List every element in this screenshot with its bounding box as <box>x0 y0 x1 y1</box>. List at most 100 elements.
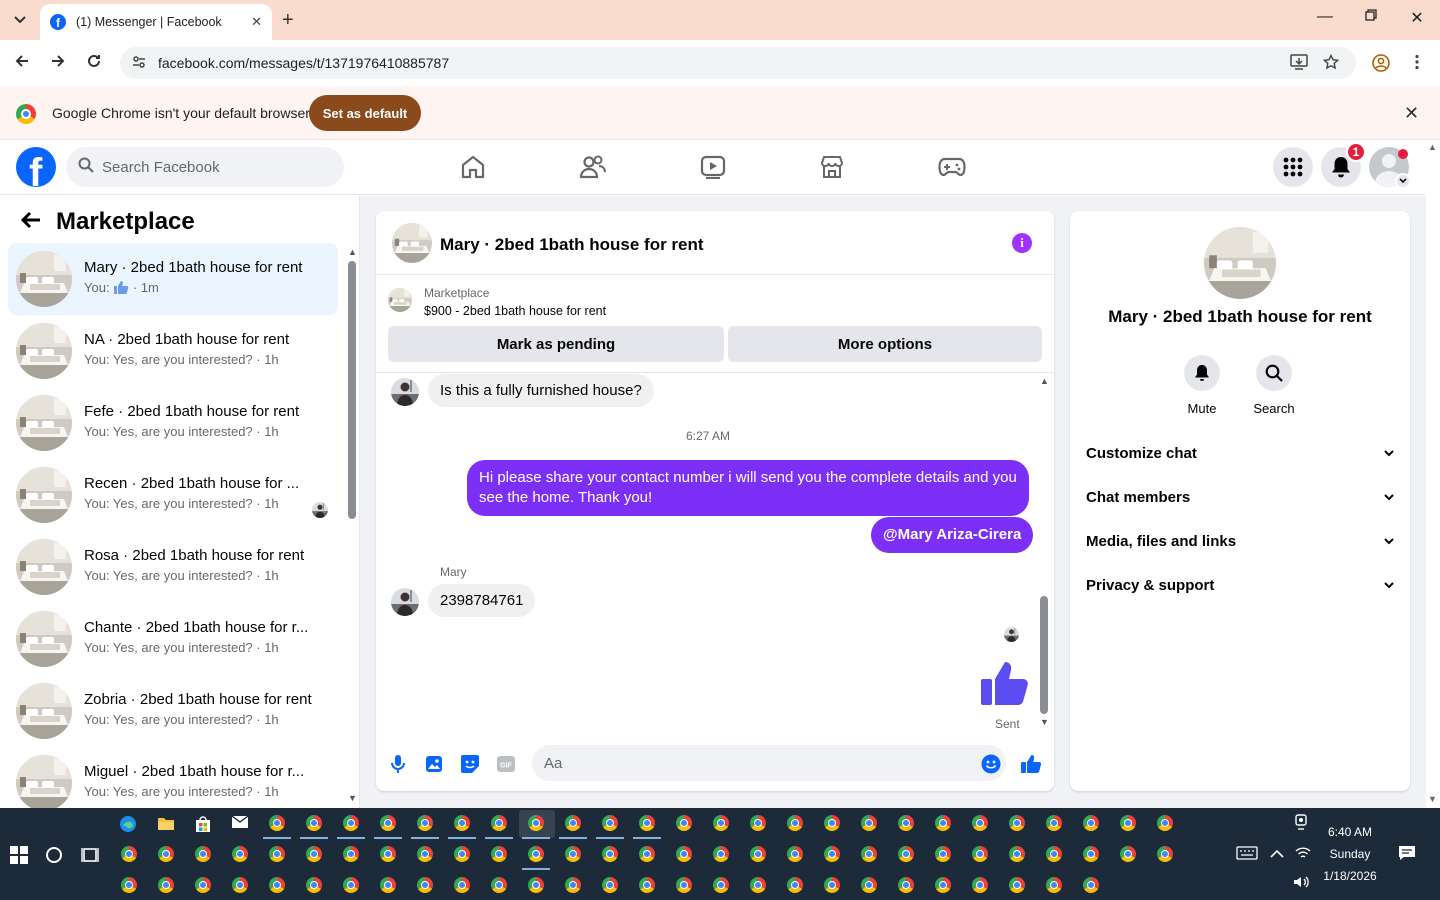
chrome-window-icon[interactable] <box>121 846 139 864</box>
chrome-window-icon[interactable] <box>158 846 176 864</box>
conversation-item[interactable]: NA · 2bed 1bath house for rent You: Yes,… <box>8 315 338 387</box>
privacy-support-section[interactable]: Privacy & support <box>1086 565 1394 605</box>
chrome-window-icon[interactable] <box>121 877 139 895</box>
tab-close-icon[interactable]: ✕ <box>251 14 262 30</box>
chrome-window-icon[interactable] <box>1157 846 1175 864</box>
chrome-window-icon[interactable] <box>972 877 990 895</box>
sticker-icon[interactable] <box>459 753 481 775</box>
customize-chat-section[interactable]: Customize chat <box>1086 433 1394 473</box>
chat-avatar[interactable] <box>392 223 432 263</box>
info-icon[interactable]: i <box>1012 233 1032 253</box>
chrome-window-icon[interactable] <box>1083 846 1101 864</box>
chrome-window-icon[interactable] <box>750 815 768 833</box>
chrome-window-icon[interactable] <box>380 846 398 864</box>
chrome-window-icon[interactable] <box>898 846 916 864</box>
chrome-window-icon[interactable] <box>491 815 509 833</box>
chrome-window-icon[interactable] <box>306 815 324 833</box>
meet-now-icon[interactable] <box>1294 814 1308 833</box>
chrome-window-icon[interactable] <box>602 846 620 864</box>
chrome-window-icon[interactable] <box>343 815 361 833</box>
gif-icon[interactable]: GIF <box>495 753 517 775</box>
chrome-window-icon[interactable] <box>861 877 879 895</box>
forward-arrow-icon[interactable] <box>46 52 70 74</box>
menu-grid-button[interactable] <box>1273 147 1313 187</box>
video-nav-icon[interactable] <box>698 152 728 182</box>
search-circle-icon[interactable] <box>45 846 63 864</box>
chrome-window-icon[interactable] <box>898 877 916 895</box>
mute-button[interactable]: Mute <box>1172 355 1232 416</box>
chrome-window-icon[interactable] <box>491 877 509 895</box>
chrome-window-icon[interactable] <box>232 846 250 864</box>
chrome-window-icon[interactable] <box>861 846 879 864</box>
chrome-window-icon[interactable] <box>972 815 990 833</box>
mail-icon[interactable] <box>231 815 249 833</box>
new-tab-button[interactable]: + <box>282 8 294 32</box>
back-arrow-icon[interactable] <box>20 210 42 236</box>
chrome-window-icon[interactable] <box>750 846 768 864</box>
chrome-window-icon[interactable] <box>935 846 953 864</box>
message-input-box[interactable] <box>532 745 1006 781</box>
chevron-up-icon[interactable] <box>1270 846 1284 862</box>
conversation-item[interactable]: Recen · 2bed 1bath house for ... You: Ye… <box>8 459 338 531</box>
kebab-menu-icon[interactable] <box>1414 54 1420 75</box>
site-settings-icon[interactable] <box>132 55 148 72</box>
chrome-window-icon[interactable] <box>528 815 546 833</box>
profile-account-icon[interactable] <box>1372 54 1390 77</box>
chrome-window-icon[interactable] <box>1120 815 1138 833</box>
account-chevron-down-icon[interactable] <box>1395 173 1411 189</box>
chrome-window-icon[interactable] <box>935 815 953 833</box>
chrome-window-icon[interactable] <box>1046 815 1064 833</box>
chrome-window-icon[interactable] <box>824 877 842 895</box>
chrome-window-icon[interactable] <box>676 846 694 864</box>
conversation-item[interactable]: Zobria · 2bed 1bath house for rent You: … <box>8 675 338 747</box>
chrome-window-icon[interactable] <box>824 815 842 833</box>
friends-nav-icon[interactable] <box>578 152 608 182</box>
chrome-window-icon[interactable] <box>713 846 731 864</box>
conversation-item[interactable]: Rosa · 2bed 1bath house for rent You: Ye… <box>8 531 338 603</box>
send-like-thumb-icon[interactable] <box>1020 753 1042 775</box>
chrome-window-icon[interactable] <box>602 815 620 833</box>
chrome-window-icon[interactable] <box>306 846 324 864</box>
chrome-window-icon[interactable] <box>195 877 213 895</box>
chrome-window-icon[interactable] <box>787 877 805 895</box>
maximize-button[interactable] <box>1356 8 1386 26</box>
chrome-window-icon[interactable] <box>565 815 583 833</box>
file-explorer-icon[interactable] <box>157 815 175 833</box>
microphone-icon[interactable] <box>387 753 409 775</box>
emoji-icon[interactable] <box>980 753 1002 775</box>
conversation-item[interactable]: Mary · 2bed 1bath house for rent You: · … <box>8 243 338 315</box>
task-view-icon[interactable] <box>81 846 99 864</box>
mark-as-pending-button[interactable]: Mark as pending <box>388 326 724 362</box>
chrome-window-icon[interactable] <box>639 846 657 864</box>
reload-icon[interactable] <box>82 52 106 74</box>
chrome-window-icon[interactable] <box>1046 846 1064 864</box>
chrome-window-icon[interactable] <box>343 877 361 895</box>
chrome-window-icon[interactable] <box>158 877 176 895</box>
chrome-window-icon[interactable] <box>380 877 398 895</box>
chrome-window-icon[interactable] <box>343 846 361 864</box>
page-scroll-up-arrow-icon[interactable]: ▲ <box>1428 142 1437 152</box>
back-arrow-icon[interactable] <box>10 52 34 74</box>
chrome-window-icon[interactable] <box>824 846 842 864</box>
chrome-window-icon[interactable] <box>1083 815 1101 833</box>
chrome-window-icon[interactable] <box>713 815 731 833</box>
chrome-window-icon[interactable] <box>565 846 583 864</box>
store-icon[interactable] <box>194 815 212 833</box>
more-options-button[interactable]: More options <box>728 326 1042 362</box>
chat-scroll-down-arrow-icon[interactable]: ▼ <box>1040 717 1049 727</box>
chrome-window-icon[interactable] <box>528 877 546 895</box>
chrome-window-icon[interactable] <box>750 877 768 895</box>
chrome-window-icon[interactable] <box>972 846 990 864</box>
taskbar-clock-day[interactable]: Sunday <box>1318 847 1382 861</box>
chrome-window-icon[interactable] <box>861 815 879 833</box>
edge-browser-icon[interactable] <box>119 815 137 833</box>
list-scroll-down-arrow-icon[interactable]: ▼ <box>348 793 357 803</box>
address-bar[interactable]: facebook.com/messages/t/1371976410885787 <box>120 47 1356 79</box>
chrome-window-icon[interactable] <box>1083 877 1101 895</box>
conversation-item[interactable]: Fefe · 2bed 1bath house for rent You: Ye… <box>8 387 338 459</box>
facebook-logo-icon[interactable]: f <box>16 147 56 187</box>
chrome-window-icon[interactable] <box>602 877 620 895</box>
conversation-list-scrollbar[interactable] <box>348 261 356 519</box>
install-app-icon[interactable] <box>1290 54 1308 75</box>
message-input[interactable] <box>544 754 964 772</box>
